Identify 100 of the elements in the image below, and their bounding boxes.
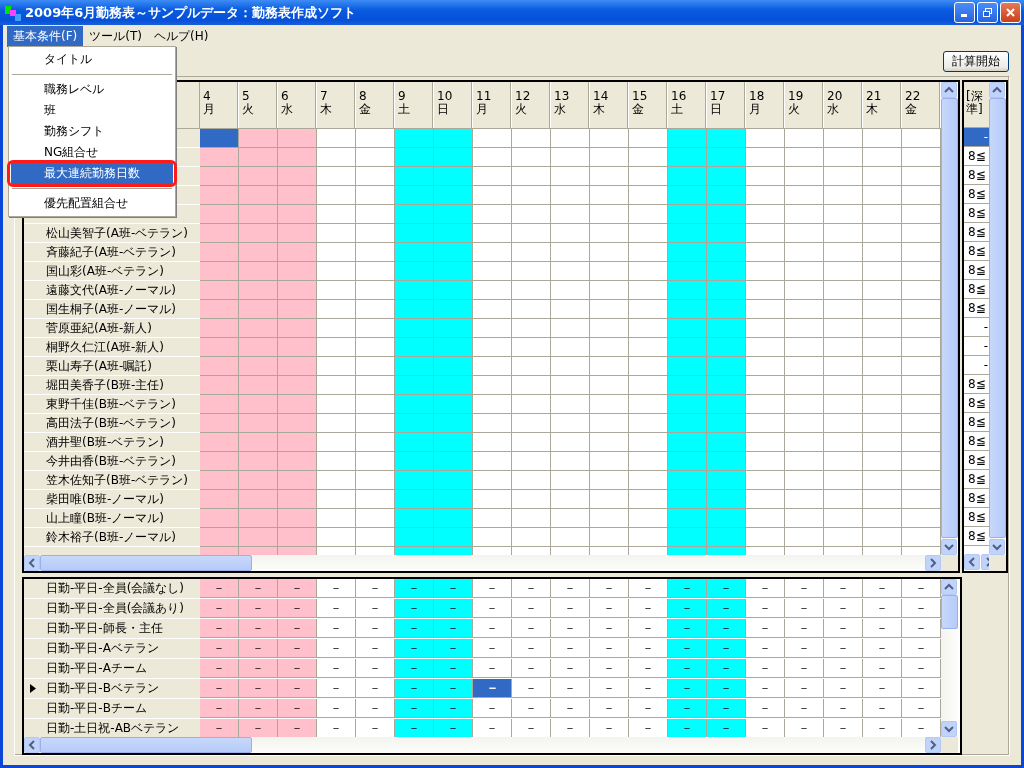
menu-item[interactable]: タイトル xyxy=(11,49,173,70)
row-header[interactable]: 菅原亜紀(A班-新人) xyxy=(24,319,200,338)
row-header[interactable]: 栗山寿子(A班-嘱託) xyxy=(24,357,200,376)
scroll-arrow-button[interactable] xyxy=(941,579,957,595)
restore-button[interactable] xyxy=(977,2,998,23)
table-cell: － xyxy=(863,619,902,638)
row-header[interactable]: 堀田美香子(B班-主任) xyxy=(24,376,200,395)
table-cell: － xyxy=(512,659,551,678)
table-cell: － xyxy=(863,599,902,618)
menu-item[interactable]: NG組合せ xyxy=(11,142,173,163)
row-header[interactable]: 鈴木裕子(B班-ノーマル) xyxy=(24,528,200,547)
table-cell: － xyxy=(629,679,668,698)
scroll-arrow-button[interactable] xyxy=(989,82,1005,98)
row-header[interactable]: 酒井聖(B班-ベテラン) xyxy=(24,433,200,452)
table-cell: － xyxy=(278,679,317,698)
scrollbar[interactable] xyxy=(941,579,958,753)
row-header[interactable]: 斉藤紀子(A班-ベテラン) xyxy=(24,243,200,262)
table-cell: － xyxy=(785,699,824,718)
table-cell: － xyxy=(590,599,629,618)
column-header: [深 準] xyxy=(964,82,989,128)
row-header[interactable]: 日勤-平日-Aベテラン xyxy=(24,639,200,659)
table-cell: － xyxy=(473,659,512,678)
scroll-thumb[interactable] xyxy=(941,595,958,629)
minimize-button[interactable] xyxy=(954,2,975,23)
row-header[interactable]: 笠木佐知子(B班-ベテラン) xyxy=(24,471,200,490)
table-cell: － xyxy=(278,639,317,658)
scrollbar[interactable] xyxy=(24,555,941,571)
table-cell: － xyxy=(356,659,395,678)
chevron-down-icon xyxy=(944,543,954,551)
menu-item[interactable]: 基本条件(F) xyxy=(7,25,84,47)
table-cell: － xyxy=(590,699,629,718)
column-header: 15 金 xyxy=(629,82,668,128)
row-header[interactable]: 柴田唯(B班-ノーマル) xyxy=(24,490,200,509)
row-header[interactable]: 遠藤文代(A班-ノーマル) xyxy=(24,281,200,300)
table-cell: － xyxy=(278,579,317,598)
table-cell: － xyxy=(668,659,707,678)
row-header[interactable]: 日勤-平日-師長・主任 xyxy=(24,619,200,639)
scroll-arrow-button[interactable] xyxy=(24,555,40,571)
table-cell: － xyxy=(746,679,785,698)
scroll-thumb[interactable] xyxy=(40,555,252,571)
start-button[interactable]: 計算開始 xyxy=(943,50,1009,72)
table-cell: － xyxy=(824,619,863,638)
row-header[interactable]: 今井由香(B班-ベテラン) xyxy=(24,452,200,471)
row-header[interactable]: 国山彩(A班-ベテラン) xyxy=(24,262,200,281)
table-cell: － xyxy=(785,619,824,638)
row-header[interactable]: 桐野久仁江(A班-新人) xyxy=(24,338,200,357)
table-cell: － xyxy=(707,719,746,737)
table-cell: － xyxy=(512,599,551,618)
scroll-arrow-button[interactable] xyxy=(989,539,1005,555)
menu-item[interactable]: ヘルプ(H) xyxy=(147,25,215,47)
table-cell: － xyxy=(668,639,707,658)
close-icon xyxy=(1005,7,1016,18)
table-cell: － xyxy=(863,579,902,598)
menu-item[interactable]: 勤務シフト xyxy=(11,121,173,142)
row-header[interactable]: 国生桐子(A班-ノーマル) xyxy=(24,300,200,319)
close-button[interactable] xyxy=(1000,2,1021,23)
table-cell: － xyxy=(317,599,356,618)
menu-item[interactable]: ツール(T) xyxy=(83,25,148,47)
menu-item[interactable]: 職務レベル xyxy=(11,79,173,100)
scroll-thumb[interactable] xyxy=(40,737,252,753)
row-header[interactable]: 山上瞳(B班-ノーマル) xyxy=(24,509,200,528)
row-header[interactable]: 日勤-平日-Bチーム xyxy=(24,699,200,719)
row-header[interactable]: 東野千佳(B班-ベテラン) xyxy=(24,395,200,414)
table-cell: － xyxy=(668,599,707,618)
table-cell: － xyxy=(707,699,746,718)
table-cell: － xyxy=(200,679,239,698)
table-cell: － xyxy=(356,599,395,618)
menu-item[interactable]: 班 xyxy=(11,100,173,121)
table-cell: － xyxy=(902,579,941,598)
column-header: 17 日 xyxy=(707,82,746,128)
table-cell: － xyxy=(746,699,785,718)
window-title: 2009年6月勤務表～サンプルデータ：勤務表作成ソフト xyxy=(25,3,358,22)
table-cell: － xyxy=(590,639,629,658)
table-cell: － xyxy=(434,659,473,678)
scroll-arrow-button[interactable] xyxy=(941,82,957,98)
row-header[interactable]: 日勤-平日-全員(会議あり) xyxy=(24,599,200,619)
menu-item[interactable]: 優先配置組合せ xyxy=(11,193,173,214)
table-cell: － xyxy=(668,619,707,638)
chevron-down-icon xyxy=(944,725,954,733)
row-header[interactable]: 日勤-土日祝-ABベテラン xyxy=(24,719,200,737)
table-cell: － xyxy=(746,619,785,638)
scroll-arrow-button[interactable] xyxy=(964,554,980,570)
scroll-arrow-button[interactable] xyxy=(941,539,957,555)
table-cell: － xyxy=(395,679,434,698)
scroll-arrow-button[interactable] xyxy=(925,555,941,571)
table-cell: － xyxy=(512,679,551,698)
table-cell: － xyxy=(707,659,746,678)
table-cell: － xyxy=(278,619,317,638)
row-header[interactable]: 高田法子(B班-ベテラン) xyxy=(24,414,200,433)
row-header[interactable]: 松山美智子(A班-ベテラン) xyxy=(24,224,200,243)
scroll-arrow-button[interactable] xyxy=(925,737,941,753)
scroll-arrow-button[interactable] xyxy=(941,721,957,737)
row-header[interactable]: 日勤-平日-全員(会議なし) xyxy=(24,579,200,599)
scrollbar[interactable] xyxy=(24,737,941,753)
row-header[interactable]: 日勤-平日-Aチーム xyxy=(24,659,200,679)
table-cell: － xyxy=(629,659,668,678)
table-cell: － xyxy=(551,599,590,618)
scroll-arrow-button[interactable] xyxy=(24,737,40,753)
row-header[interactable]: 日勤-平日-Bベテラン xyxy=(24,679,200,699)
table-cell: － xyxy=(551,579,590,598)
